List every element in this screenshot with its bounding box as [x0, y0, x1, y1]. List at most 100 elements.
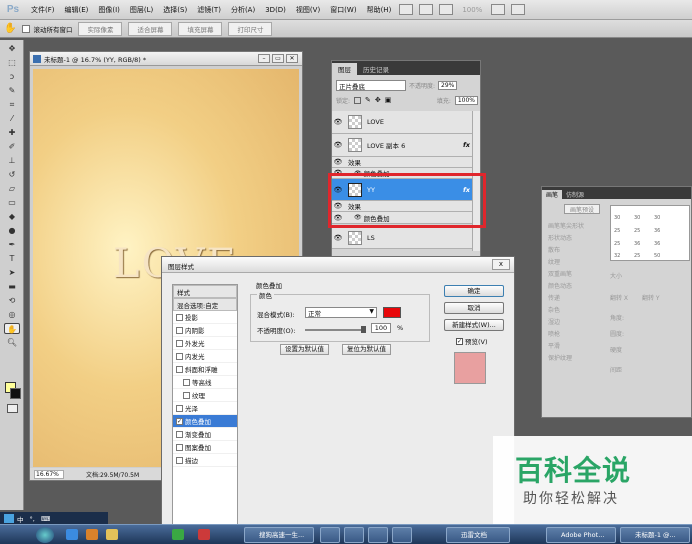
minimize-button[interactable]: –	[258, 54, 270, 63]
style-item-bevel-emboss[interactable]: 斜面和浮雕	[173, 363, 237, 376]
start-button[interactable]	[36, 527, 54, 543]
style-checkbox[interactable]	[176, 443, 183, 451]
marquee-tool-icon[interactable]: ⬚	[4, 57, 20, 68]
flip-y-checkbox[interactable]: 翻转 Y	[642, 293, 660, 302]
brush-option-item[interactable]: 画笔笔尖形状	[548, 221, 584, 230]
style-item-pattern-overlay[interactable]: 图案叠加	[173, 441, 237, 454]
cancel-button[interactable]: 取消	[444, 302, 504, 314]
brush-option-item[interactable]: 散布	[548, 245, 560, 254]
menu-3d[interactable]: 3D(D)	[260, 6, 291, 14]
menu-help[interactable]: 帮助(H)	[362, 5, 397, 15]
visibility-eye-icon[interactable]: 👁︎	[332, 158, 344, 166]
actual-pixels-button[interactable]: 实际像素	[78, 21, 123, 36]
fit-screen-button[interactable]: 适合屏幕	[128, 21, 173, 36]
lock-move-icon[interactable]: ✥	[375, 96, 381, 104]
ime-punctuation-icon[interactable]: °,	[30, 515, 35, 523]
ie-icon[interactable]	[66, 529, 78, 540]
3d-orbit-tool-icon[interactable]: ◎	[4, 309, 20, 320]
shape-tool-icon[interactable]: ▬	[4, 281, 20, 292]
menu-filter[interactable]: 滤镜(T)	[192, 5, 226, 15]
app-icon[interactable]	[198, 529, 210, 540]
style-checkbox-checked[interactable]: ✓	[176, 417, 183, 425]
lasso-tool-icon[interactable]: ↄ	[4, 71, 20, 82]
layer-row-love-copy-6[interactable]: 👁︎ LOVE 副本 6 fx	[332, 134, 480, 157]
quick-select-tool-icon[interactable]: ✎	[4, 85, 20, 96]
scroll-all-windows-checkbox[interactable]	[22, 24, 31, 33]
style-checkbox[interactable]	[183, 391, 190, 399]
taskbar-item-xunlei-doc[interactable]: 迅雷文档	[446, 527, 510, 543]
blending-options-item[interactable]: 混合选项:自定	[173, 298, 237, 311]
hand-tool-icon[interactable]: ✋	[4, 23, 16, 34]
style-checkbox[interactable]	[176, 339, 183, 347]
ime-mode[interactable]: 中	[17, 514, 24, 524]
taskbar-item-browser[interactable]: 搜狗高速一生...	[244, 527, 314, 543]
taskbar-item-app[interactable]	[320, 527, 340, 543]
clone-stamp-tool-icon[interactable]: ⊥	[4, 155, 20, 166]
brush-option-item[interactable]: 双重画笔	[548, 269, 572, 278]
brush-option-item[interactable]: 喷枪	[548, 329, 560, 338]
dialog-close-button[interactable]: x	[492, 259, 510, 270]
close-button[interactable]: ✕	[286, 54, 298, 63]
menu-image[interactable]: 图像(I)	[93, 5, 125, 15]
ok-button[interactable]: 确定	[444, 285, 504, 297]
tab-clone-source[interactable]: 仿制源	[562, 190, 588, 199]
blend-mode-dropdown[interactable]: 正常 ▼	[305, 307, 377, 318]
style-item-inner-glow[interactable]: 内发光	[173, 350, 237, 363]
taskbar-item-app[interactable]	[344, 527, 364, 543]
style-checkbox[interactable]	[176, 365, 183, 373]
visibility-eye-icon[interactable]: 👁︎	[332, 141, 344, 149]
style-checkbox[interactable]	[176, 456, 183, 464]
style-item-stroke[interactable]: 描边	[173, 454, 237, 467]
taskbar-item-document[interactable]: 未标题-1 @...	[620, 527, 690, 543]
layer-row-love[interactable]: 👁︎ LOVE	[332, 111, 480, 134]
opacity-slider-handle[interactable]	[361, 326, 366, 333]
zoom-level[interactable]: 100%	[462, 6, 482, 14]
brush-tool-icon[interactable]: ✐	[4, 141, 20, 152]
brush-presets-button[interactable]: 画笔预设	[564, 204, 600, 214]
style-checkbox[interactable]	[176, 430, 183, 438]
taskbar-item-photoshop[interactable]: Adobe Phot...	[546, 527, 616, 543]
view-extras-icon[interactable]	[439, 4, 454, 15]
zoom-percentage[interactable]: 16.67%	[34, 469, 64, 479]
flip-x-checkbox[interactable]: 翻转 X	[610, 293, 628, 302]
mini-bridge-icon[interactable]	[419, 4, 434, 15]
zoom-tool-icon[interactable]: 🔍︎	[4, 337, 20, 348]
brush-option-item[interactable]: 平滑	[548, 341, 560, 350]
blur-tool-icon[interactable]: ◆	[4, 211, 20, 222]
print-size-button[interactable]: 打印尺寸	[228, 21, 273, 36]
brush-option-item[interactable]: 形状动态	[548, 233, 572, 242]
style-item-inner-shadow[interactable]: 内阴影	[173, 324, 237, 337]
lock-brush-icon[interactable]: ✎	[365, 96, 371, 104]
style-checkbox[interactable]	[176, 352, 183, 360]
style-item-texture[interactable]: 纹理	[173, 389, 237, 402]
tab-brush[interactable]: 画笔	[542, 190, 563, 199]
background-color-swatch[interactable]	[10, 388, 21, 399]
opacity-input[interactable]: 100	[371, 323, 391, 333]
hand-tool-icon[interactable]: ✋	[4, 323, 20, 334]
menu-window[interactable]: 窗口(W)	[325, 5, 361, 15]
quick-mask-icon[interactable]	[7, 404, 18, 413]
type-tool-icon[interactable]: T	[4, 253, 20, 264]
style-checkbox[interactable]	[176, 313, 183, 321]
chrome-icon[interactable]	[172, 529, 184, 540]
dialog-titlebar[interactable]: 图层样式	[162, 257, 514, 273]
style-item-outer-glow[interactable]: 外发光	[173, 337, 237, 350]
menu-view[interactable]: 视图(V)	[291, 5, 325, 15]
brush-option-item[interactable]: 保护纹理	[548, 353, 572, 362]
taskbar-item-app[interactable]	[392, 527, 412, 543]
fill-screen-button[interactable]: 填充屏幕	[178, 21, 223, 36]
history-brush-tool-icon[interactable]: ↺	[4, 169, 20, 180]
preview-checkbox-row[interactable]: ✓ 预览(V)	[456, 336, 488, 346]
style-item-contour[interactable]: 等高线	[173, 376, 237, 389]
pen-tool-icon[interactable]: ✒	[4, 239, 20, 250]
taskbar-item-app[interactable]	[368, 527, 388, 543]
media-icon[interactable]	[86, 529, 98, 540]
brush-option-item[interactable]: 颜色动态	[548, 281, 572, 290]
menu-layer[interactable]: 图层(L)	[125, 5, 158, 15]
gradient-tool-icon[interactable]: ▭	[4, 197, 20, 208]
document-titlebar[interactable]: 未标题-1 @ 16.7% (YY, RGB/8) * – ▭ ✕	[30, 52, 302, 66]
opacity-input[interactable]: 29%	[438, 80, 458, 90]
bridge-icon[interactable]	[399, 4, 414, 15]
style-item-color-overlay[interactable]: ✓ 颜色叠加	[173, 415, 237, 428]
menu-file[interactable]: 文件(F)	[26, 5, 60, 15]
